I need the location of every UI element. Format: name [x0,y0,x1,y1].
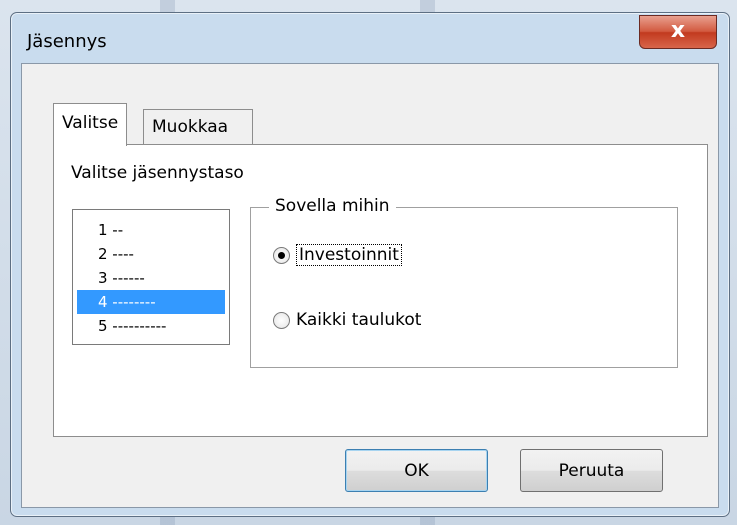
group-legend: Sovella mihin [269,196,396,216]
list-item[interactable]: 5 ---------- [77,314,225,338]
level-listbox[interactable]: 1 -- 2 ---- 3 ------ 4 -------- 5 ------… [72,209,230,345]
dialog-body: Valitse Muokkaa Valitse jäsennystaso 1 -… [21,63,719,508]
list-item[interactable]: 1 -- [77,218,225,242]
tab-muokkaa[interactable]: Muokkaa [143,109,253,145]
radio-button-icon[interactable] [273,311,290,329]
list-item-selected[interactable]: 4 -------- [77,290,225,314]
radio-button-icon[interactable] [273,246,290,264]
title-bar: Jäsennys x [11,13,729,69]
tab-label: Valitse [62,113,119,133]
dialog-title: Jäsennys [27,31,107,52]
radio-kaikki-taulukot[interactable]: Kaikki taulukot [273,310,421,330]
tab-panel: Valitse jäsennystaso 1 -- 2 ---- 3 -----… [53,144,708,437]
radio-label: Kaikki taulukot [296,310,422,330]
list-item[interactable]: 3 ------ [77,266,225,290]
level-label: Valitse jäsennystaso [71,163,244,183]
dialog-window: Jäsennys x Valitse Muokkaa Valitse jäsen… [10,12,730,517]
radio-label: Investoinnit [296,244,402,266]
close-icon: x [670,18,686,43]
tab-label: Muokkaa [152,117,229,137]
tab-valitse[interactable]: Valitse [53,103,128,146]
list-item[interactable]: 2 ---- [77,242,225,266]
ok-button[interactable]: OK [345,449,488,492]
apply-to-group: Sovella mihin Investoinnit Kaikki tauluk… [250,196,678,368]
cancel-button[interactable]: Peruuta [520,449,663,492]
radio-investoinnit[interactable]: Investoinnit [273,244,402,266]
close-button[interactable]: x [639,15,717,49]
